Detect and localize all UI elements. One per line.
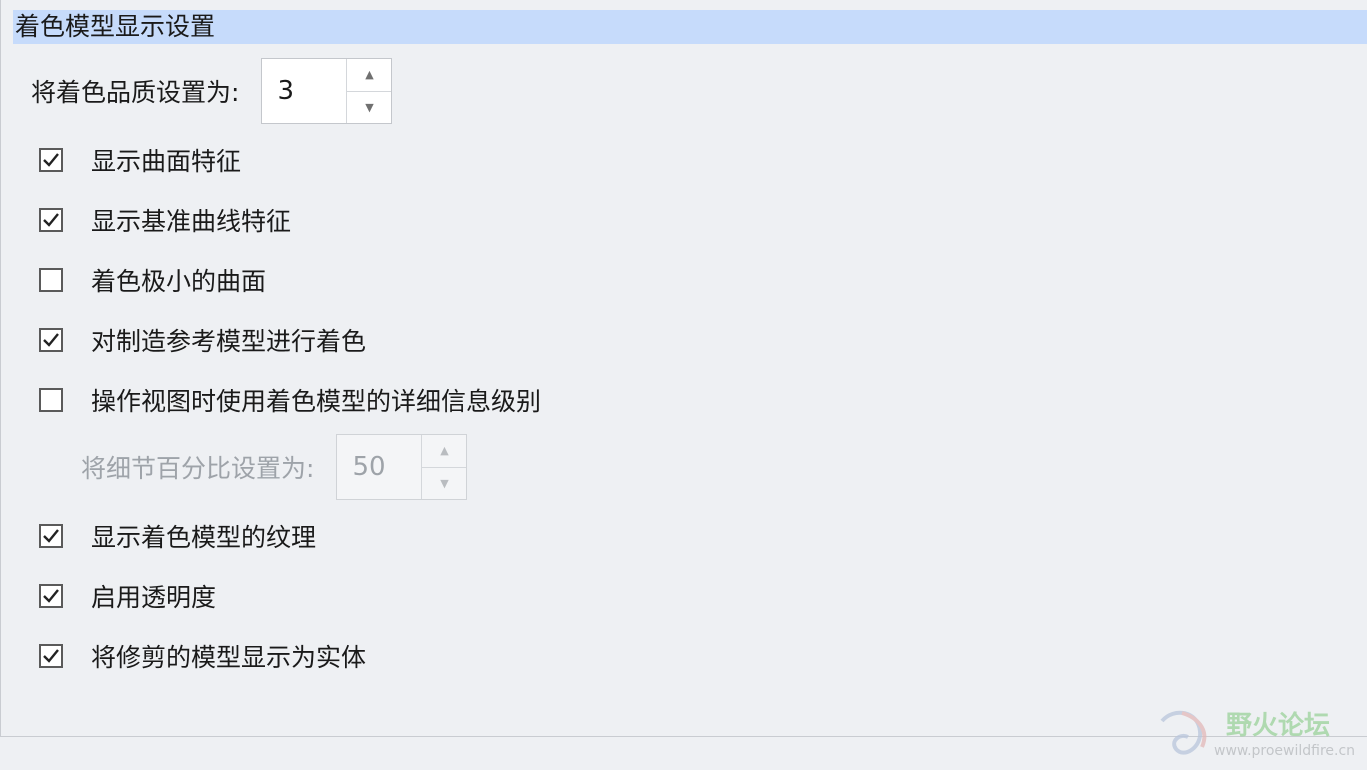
option-show-textures[interactable]: 显示着色模型的纹理 (39, 518, 316, 554)
spinner-buttons: ▲ ▼ (346, 59, 392, 124)
detail-percent-label: 将细节百分比设置为: (81, 454, 315, 483)
option-label: 显示着色模型的纹理 (91, 523, 317, 552)
spin-down-icon[interactable]: ▼ (347, 92, 391, 124)
option-label: 启用透明度 (91, 583, 217, 612)
option-label: 操作视图时使用着色模型的详细信息级别 (91, 387, 542, 416)
spinner-buttons: ▲ ▼ (421, 435, 467, 499)
watermark-logo-icon (1160, 710, 1207, 755)
option-show-surface-features[interactable]: 显示曲面特征 (39, 142, 241, 178)
spin-down-icon: ▼ (440, 476, 449, 490)
option-label: 着色极小的曲面 (91, 267, 267, 296)
checkbox[interactable] (39, 524, 63, 548)
checkbox[interactable] (39, 388, 63, 412)
checkmark-icon (43, 333, 59, 347)
shading-quality-row: 将着色品质设置为: 3 ▲ ▼ (31, 58, 393, 124)
shading-quality-label: 将着色品质设置为: (31, 78, 240, 107)
checkbox[interactable] (39, 148, 63, 172)
watermark-name: 野火论坛 (1226, 711, 1331, 741)
option-enable-transparency[interactable]: 启用透明度 (39, 578, 216, 614)
option-label: 对制造参考模型进行着色 (91, 327, 367, 356)
option-label: 将修剪的模型显示为实体 (91, 643, 367, 672)
detail-percent-row: 将细节百分比设置为: 50 ▲ ▼ (81, 434, 468, 500)
detail-percent-input: 50 (352, 452, 386, 482)
checkmark-icon (43, 213, 59, 227)
option-label: 显示基准曲线特征 (91, 207, 292, 236)
option-label: 显示曲面特征 (91, 147, 242, 176)
spin-up-icon: ▲ (422, 435, 467, 468)
option-detail-level-when-manipulating[interactable]: 操作视图时使用着色模型的详细信息级别 (39, 382, 541, 418)
checkmark-icon (43, 153, 59, 167)
option-show-datum-curve-features[interactable]: 显示基准曲线特征 (39, 202, 291, 238)
option-shade-mfg-reference-model[interactable]: 对制造参考模型进行着色 (39, 322, 366, 358)
shading-quality-spinner[interactable]: 3 ▲ ▼ (261, 58, 393, 124)
spin-up-icon[interactable]: ▲ (347, 59, 392, 92)
checkmark-icon (43, 649, 59, 663)
option-trimmed-model-as-solid[interactable]: 将修剪的模型显示为实体 (39, 638, 366, 674)
option-shade-tiny-surfaces[interactable]: 着色极小的曲面 (39, 262, 266, 298)
watermark: 野火论坛 www.proewildfire.cn (1156, 703, 1361, 765)
section-header: 着色模型显示设置 (13, 10, 1367, 44)
checkmark-icon (43, 529, 59, 543)
checkmark-icon (43, 589, 59, 603)
shading-display-panel: 着色模型显示设置 将着色品质设置为: 3 ▲ ▼ 显示曲面特征 显示基准曲线特征… (0, 0, 1367, 737)
checkbox[interactable] (39, 268, 63, 292)
watermark-url: www.proewildfire.cn (1214, 743, 1356, 759)
checkbox[interactable] (39, 328, 63, 352)
checkbox[interactable] (39, 644, 63, 668)
checkbox[interactable] (39, 208, 63, 232)
detail-percent-spinner: 50 ▲ ▼ (336, 434, 468, 500)
checkbox[interactable] (39, 584, 63, 608)
shading-quality-input[interactable]: 3 (262, 59, 346, 123)
